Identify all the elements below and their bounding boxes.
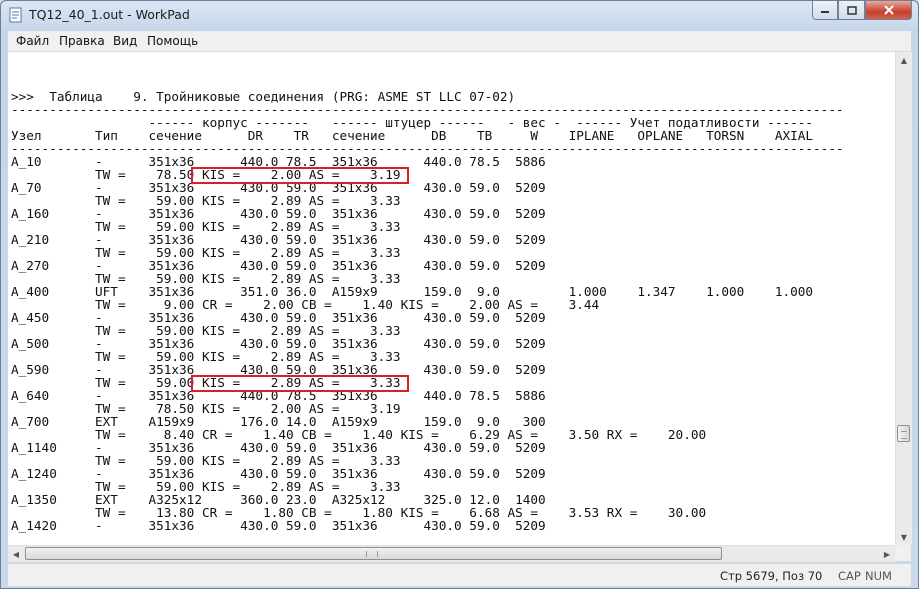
minimize-button[interactable] (812, 1, 838, 20)
scroll-right-arrow-icon[interactable]: ▶ (879, 546, 895, 562)
scroll-left-arrow-icon[interactable]: ◀ (8, 546, 24, 562)
menu-help[interactable]: Помощь (147, 34, 198, 48)
scroll-corner (895, 545, 911, 561)
maximize-icon (846, 5, 857, 15)
minimize-icon (821, 11, 829, 13)
scroll-grip-icon (366, 551, 378, 557)
horizontal-scrollbar[interactable]: ◀ ▶ (8, 545, 895, 562)
scroll-down-arrow-icon[interactable]: ▼ (896, 529, 912, 545)
doc-line: A_1420 - 351x36 430.0 59.0 351x36 430.0 … (11, 518, 546, 533)
workpad-app-icon (9, 7, 22, 23)
vertical-scroll-thumb[interactable] (897, 425, 910, 442)
menu-file[interactable]: Файл (16, 34, 49, 48)
num-lock-indicator: NUM (865, 569, 892, 583)
maximize-button[interactable] (838, 1, 865, 20)
menu-edit[interactable]: Правка (59, 34, 105, 48)
document-text[interactable]: >>> Таблица 9. Тройниковые соединения (P… (11, 90, 844, 532)
highlight-box-a10 (191, 167, 409, 184)
window-title: TQ12_40_1.out - WorkPad (29, 7, 190, 22)
menu-bar: Файл Правка Вид Помощь (8, 31, 911, 52)
menu-view[interactable]: Вид (113, 34, 137, 48)
highlight-box-a590 (191, 375, 409, 392)
status-bar: Стр 5679, Поз 70 CAP NUM (8, 563, 911, 586)
close-icon (883, 5, 894, 15)
close-button[interactable] (865, 1, 912, 20)
text-editor-area[interactable]: >>> Таблица 9. Тройниковые соединения (P… (8, 52, 895, 545)
workpad-window: TQ12_40_1.out - WorkPad Файл Правка Вид … (0, 0, 919, 589)
caps-lock-indicator: CAP (838, 569, 861, 583)
scroll-up-arrow-icon[interactable]: ▲ (896, 52, 912, 68)
horizontal-scroll-thumb[interactable] (25, 547, 722, 560)
vertical-scrollbar[interactable]: ▲ ▼ (895, 52, 912, 545)
cursor-position: Стр 5679, Поз 70 (720, 569, 823, 583)
title-bar[interactable]: TQ12_40_1.out - WorkPad (1, 1, 918, 30)
scroll-grip-icon (901, 431, 907, 439)
